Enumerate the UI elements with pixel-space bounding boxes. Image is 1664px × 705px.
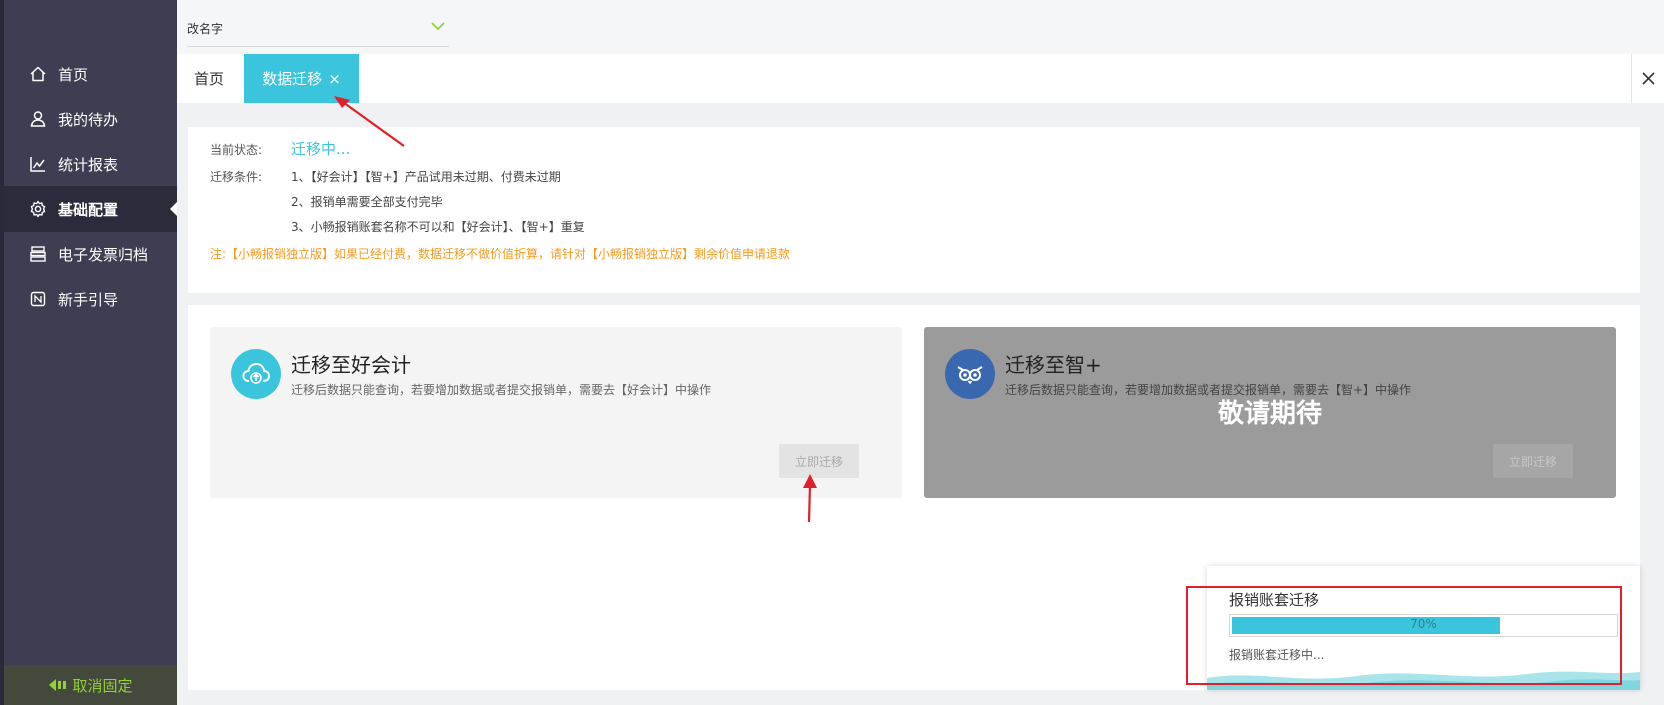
sidebar-item-todo[interactable]: 我的待办 xyxy=(4,96,177,142)
invoice-archive-icon xyxy=(28,244,48,264)
card-migrate-to-hkj: 迁移至好会计 迁移后数据只能查询，若要增加数据或者提交报销单，需要去【好会计】中… xyxy=(210,327,902,498)
sidebar-item-guide[interactable]: 新手引导 xyxy=(4,276,177,322)
migration-status-panel: 当前状态: 迁移中... 迁移条件: 1、【好会计】【智+】产品试用未过期、付费… xyxy=(188,127,1640,293)
card-title: 迁移至智+ xyxy=(1005,353,1102,377)
unpin-button[interactable]: 取消固定 xyxy=(4,665,177,705)
close-icon xyxy=(1641,72,1655,85)
migrate-to-zhi-button[interactable]: 立即迁移 xyxy=(1493,444,1573,478)
current-state-value: 迁移中... xyxy=(291,140,351,158)
tab-data-migration[interactable]: 数据迁移 × xyxy=(244,54,359,103)
refund-note: 注:【小畅报销独立版】如果已经付费，数据迁移不做价值折算，请针对【小畅报销独立版… xyxy=(210,247,791,261)
sidebar-item-label: 电子发票归档 xyxy=(58,245,149,264)
sidebar: 首页 我的待办 统计报表 基础配置 电子发票归档 新手引导 取消固定 xyxy=(0,0,177,705)
owl-icon xyxy=(945,349,995,399)
sidebar-item-reports[interactable]: 统计报表 xyxy=(4,141,177,187)
sidebar-item-label: 新手引导 xyxy=(58,290,119,309)
tab-home[interactable]: 首页 xyxy=(194,54,224,103)
chevron-down-icon xyxy=(431,20,445,34)
sidebar-item-label: 首页 xyxy=(58,65,89,84)
condition-item: 2、报销单需要全部支付完毕 xyxy=(291,195,443,209)
conditions-label: 迁移条件: xyxy=(210,170,263,184)
company-name: 改名字 xyxy=(187,21,224,36)
close-all-tabs-button[interactable] xyxy=(1631,54,1664,103)
condition-item: 3、小畅报销账套名称不可以和【好会计】、【智+】重复 xyxy=(291,220,585,234)
card-description: 迁移后数据只能查询，若要增加数据或者提交报销单，需要去【好会计】中操作 xyxy=(291,383,712,397)
tab-data-migration-label: 数据迁移 xyxy=(262,70,323,88)
company-selector[interactable]: 改名字 xyxy=(187,10,449,47)
user-todo-icon xyxy=(28,109,48,129)
progress-bar: 70% xyxy=(1229,614,1618,637)
migrate-to-hkj-button[interactable]: 立即迁移 xyxy=(779,444,859,478)
coming-soon-overlay: 敬请期待 xyxy=(1217,399,1322,429)
close-tab-icon[interactable]: × xyxy=(328,70,341,88)
decorative-wave xyxy=(1207,671,1640,690)
migration-progress-popup: 报销账套迁移 70% 报销账套迁移中... xyxy=(1207,566,1640,690)
card-migrate-to-zhi: 迁移至智+ 迁移后数据只能查询，若要增加数据或者提交报销单，需要去【智+】中操作… xyxy=(924,327,1616,498)
unpin-label: 取消固定 xyxy=(72,676,133,695)
gear-icon xyxy=(28,199,48,219)
condition-item: 1、【好会计】【智+】产品试用未过期、付费未过期 xyxy=(291,170,561,184)
card-title: 迁移至好会计 xyxy=(291,353,411,377)
unpin-icon xyxy=(48,678,68,692)
sidebar-item-label: 我的待办 xyxy=(58,110,119,129)
guide-icon xyxy=(28,289,48,309)
progress-status-text: 报销账套迁移中... xyxy=(1229,648,1325,662)
progress-percent: 70% xyxy=(1410,617,1437,631)
home-icon xyxy=(28,64,48,84)
chart-icon xyxy=(28,154,48,174)
sidebar-item-invoice-archive[interactable]: 电子发票归档 xyxy=(4,231,177,277)
sidebar-item-label: 统计报表 xyxy=(58,155,119,174)
sidebar-item-label: 基础配置 xyxy=(58,200,119,219)
current-state-label: 当前状态: xyxy=(210,143,263,157)
cloud-upload-icon xyxy=(231,349,281,399)
top-bar: 改名字 xyxy=(177,0,1664,54)
sidebar-item-basic-config[interactable]: 基础配置 xyxy=(4,186,177,232)
sidebar-item-home[interactable]: 首页 xyxy=(4,51,177,97)
tab-bar: 首页 数据迁移 × xyxy=(177,54,1664,103)
tab-home-label: 首页 xyxy=(194,70,225,88)
progress-title: 报销账套迁移 xyxy=(1229,591,1320,609)
